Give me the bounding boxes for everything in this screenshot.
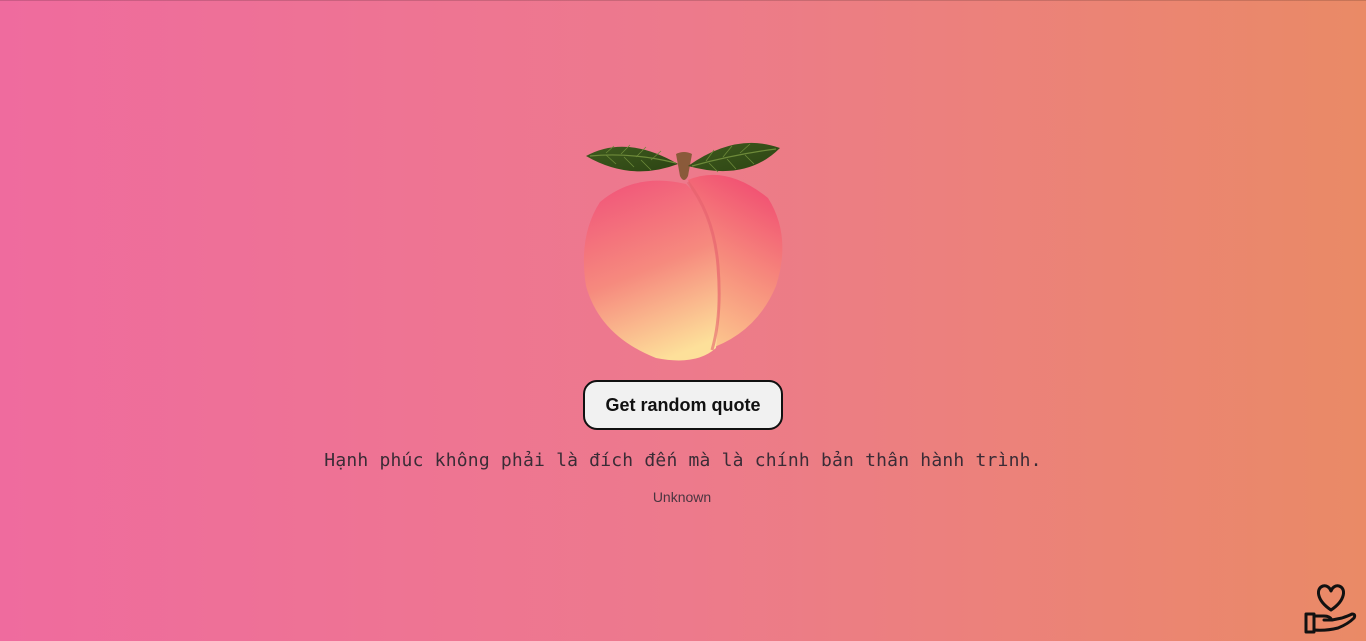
- get-random-quote-button[interactable]: Get random quote: [583, 380, 783, 430]
- quote-text: Hạnh phúc không phải là đích đến mà là c…: [324, 450, 1042, 471]
- quote-author: Unknown: [652, 489, 712, 505]
- hand-heart-icon[interactable]: [1302, 580, 1358, 634]
- get-random-quote-label: Get random quote: [605, 394, 761, 415]
- quote-page: Get random quote Hạnh phúc không phải là…: [0, 0, 1366, 641]
- peach-icon: [583, 142, 783, 361]
